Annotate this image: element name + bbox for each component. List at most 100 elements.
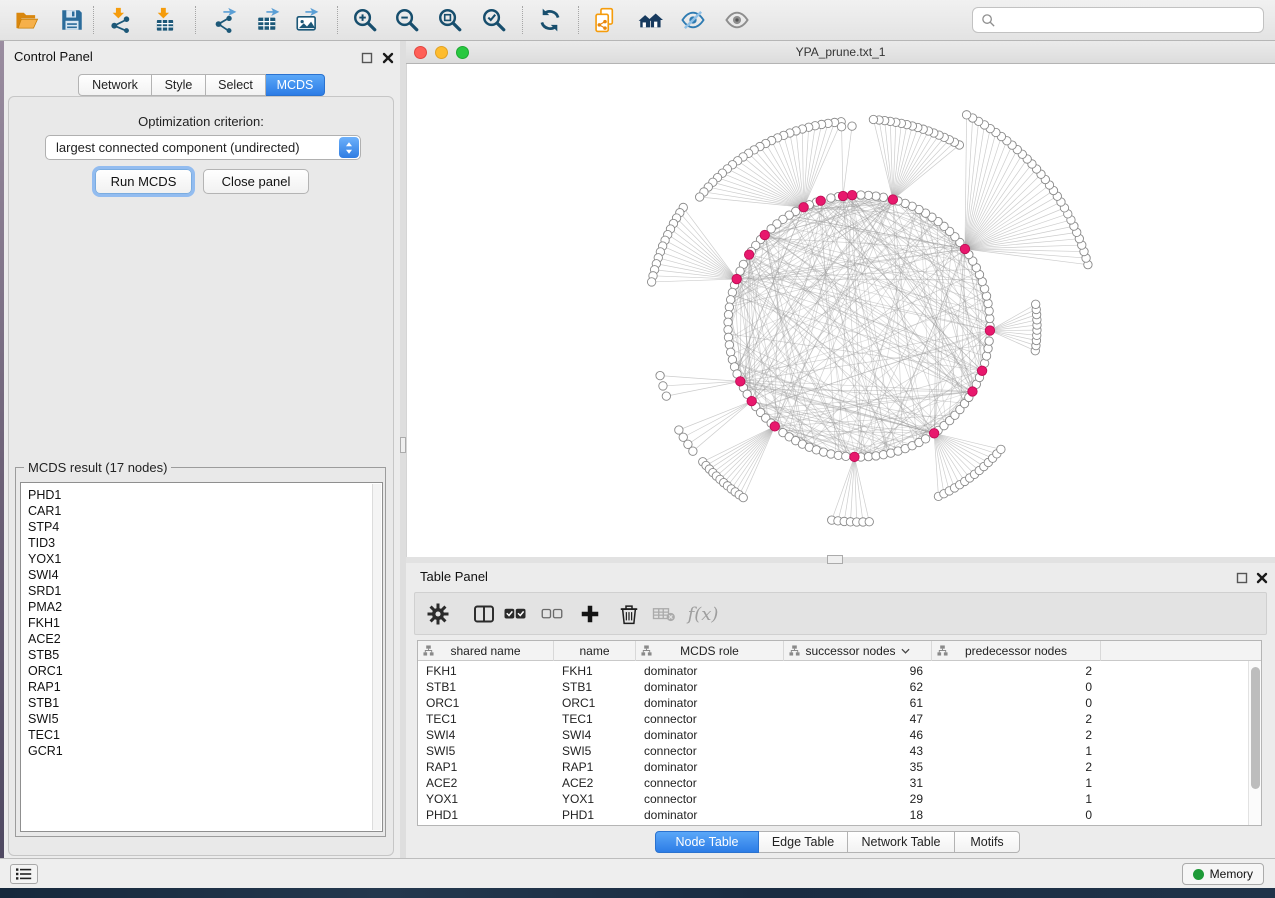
mcds-result-item[interactable]: YOX1 (21, 551, 382, 567)
zoom-in-button[interactable] (348, 5, 382, 35)
show-all-button[interactable] (720, 5, 754, 35)
delete-table-button[interactable] (649, 599, 679, 629)
scrollbar-thumb[interactable] (1251, 667, 1260, 789)
column-header-mcds-role[interactable]: MCDS role (636, 641, 784, 661)
plus-icon (578, 602, 602, 626)
table-row[interactable]: TEC1TEC1connector472 (418, 711, 1261, 727)
table-cell: RAP1 (418, 759, 554, 775)
open-folder-icon (14, 7, 40, 33)
column-layout-button[interactable] (469, 599, 499, 629)
add-row-button[interactable] (575, 599, 605, 629)
export-image-button[interactable] (290, 5, 324, 35)
open-file-button[interactable] (10, 5, 44, 35)
tab-network[interactable]: Network (78, 74, 152, 96)
mcds-result-item[interactable]: SRD1 (21, 583, 382, 599)
zoom-selected-button[interactable] (477, 5, 511, 35)
table-cell: 96 (784, 663, 932, 679)
tab-style[interactable]: Style (152, 74, 206, 96)
tab-mcds[interactable]: MCDS (266, 74, 325, 96)
close-panel-icon[interactable] (1255, 571, 1269, 585)
desktop-wallpaper-strip (0, 888, 1275, 898)
network-canvas[interactable] (406, 64, 1275, 557)
column-header-name[interactable]: name (554, 641, 636, 661)
column-header-successor-nodes[interactable]: successor nodes (784, 641, 932, 661)
import-table-button[interactable] (148, 5, 182, 35)
table-cell: 47 (784, 711, 932, 727)
tab-node-table[interactable]: Node Table (655, 831, 759, 853)
mcds-result-item[interactable]: SWI4 (21, 567, 382, 583)
table-cell: 18 (784, 807, 932, 823)
hide-selected-button[interactable] (676, 5, 710, 35)
table-row[interactable]: ACE2ACE2connector311 (418, 775, 1261, 791)
table-tabs: Node Table Edge Table Network Table Moti… (655, 831, 1020, 853)
mcds-result-item[interactable]: STB5 (21, 647, 382, 663)
mcds-result-list[interactable]: PHD1 CAR1 STP4 TID3 YOX1 SWI4 SRD1 PMA2 … (20, 482, 383, 832)
share-session-button[interactable] (588, 5, 622, 35)
network-view-window: YPA_prune.txt_1 (406, 41, 1275, 563)
table-row[interactable]: ORC1ORC1dominator610 (418, 695, 1261, 711)
mcds-result-item[interactable]: PHD1 (21, 487, 382, 503)
mcds-result-item[interactable]: GCR1 (21, 743, 382, 759)
mcds-result-item[interactable]: TID3 (21, 535, 382, 551)
mcds-result-item[interactable]: TEC1 (21, 727, 382, 743)
table-row[interactable]: RAP1RAP1dominator352 (418, 759, 1261, 775)
mcds-result-item[interactable]: PMA2 (21, 599, 382, 615)
mcds-result-item[interactable]: ACE2 (21, 631, 382, 647)
table-row[interactable]: SWI4SWI4dominator462 (418, 727, 1261, 743)
import-network-button[interactable] (103, 5, 137, 35)
mcds-result-item[interactable]: STP4 (21, 519, 382, 535)
mcds-result-title: MCDS result (17 nodes) (24, 460, 171, 475)
table-cell: 46 (784, 727, 932, 743)
table-row[interactable]: YOX1YOX1connector291 (418, 791, 1261, 807)
close-panel-button[interactable]: Close panel (203, 169, 309, 194)
table-row[interactable]: SWI5SWI5connector431 (418, 743, 1261, 759)
table-row[interactable]: STB1STB1dominator620 (418, 679, 1261, 695)
deselect-all-button[interactable] (537, 599, 567, 629)
chevron-down-icon[interactable] (901, 648, 910, 654)
task-history-button[interactable] (10, 864, 38, 884)
select-all-button[interactable] (500, 599, 530, 629)
mcds-result-item[interactable]: ORC1 (21, 663, 382, 679)
result-list-scrollbar[interactable] (372, 484, 381, 830)
table-row[interactable]: PHD1PHD1dominator180 (418, 807, 1261, 823)
close-panel-icon[interactable] (381, 51, 395, 65)
run-mcds-button[interactable]: Run MCDS (95, 169, 192, 194)
table-cell: 31 (784, 775, 932, 791)
tab-select[interactable]: Select (206, 74, 266, 96)
first-neighbors-button[interactable] (633, 5, 667, 35)
network-window-titlebar[interactable]: YPA_prune.txt_1 (406, 41, 1275, 64)
table-settings-button[interactable] (423, 599, 453, 629)
zoom-out-button[interactable] (390, 5, 424, 35)
search-field[interactable] (972, 7, 1264, 33)
delete-rows-button[interactable] (614, 599, 644, 629)
mcds-result-item[interactable]: SWI5 (21, 711, 382, 727)
float-panel-icon[interactable] (360, 51, 374, 65)
mcds-result-item[interactable]: STB1 (21, 695, 382, 711)
shared-column-icon (789, 645, 800, 656)
criterion-select[interactable]: largest connected component (undirected) (45, 135, 361, 160)
formula-button[interactable]: f(x) (688, 599, 718, 629)
zoom-fit-button[interactable] (433, 5, 467, 35)
split-columns-icon (472, 602, 496, 626)
memory-button[interactable]: Memory (1182, 863, 1264, 885)
tab-edge-table[interactable]: Edge Table (759, 831, 848, 853)
column-header-shared-name[interactable]: shared name (418, 641, 554, 661)
mcds-result-item[interactable]: FKH1 (21, 615, 382, 631)
column-header-predecessor-nodes[interactable]: predecessor nodes (932, 641, 1101, 661)
export-table-button[interactable] (251, 5, 285, 35)
float-panel-icon[interactable] (1235, 571, 1249, 585)
table-scrollbar[interactable] (1248, 661, 1261, 825)
network-graph[interactable] (407, 64, 1275, 557)
table-cell: dominator (636, 663, 784, 679)
save-session-button[interactable] (55, 5, 89, 35)
search-input[interactable] (996, 10, 1263, 30)
table-row[interactable]: FKH1FKH1dominator962 (418, 663, 1261, 679)
network-title: YPA_prune.txt_1 (406, 45, 1275, 59)
export-network-button[interactable] (208, 5, 242, 35)
tab-motifs[interactable]: Motifs (955, 831, 1020, 853)
table-cell: 2 (932, 727, 1101, 743)
mcds-result-item[interactable]: CAR1 (21, 503, 382, 519)
tab-network-table[interactable]: Network Table (848, 831, 955, 853)
mcds-result-item[interactable]: RAP1 (21, 679, 382, 695)
refresh-button[interactable] (533, 5, 567, 35)
